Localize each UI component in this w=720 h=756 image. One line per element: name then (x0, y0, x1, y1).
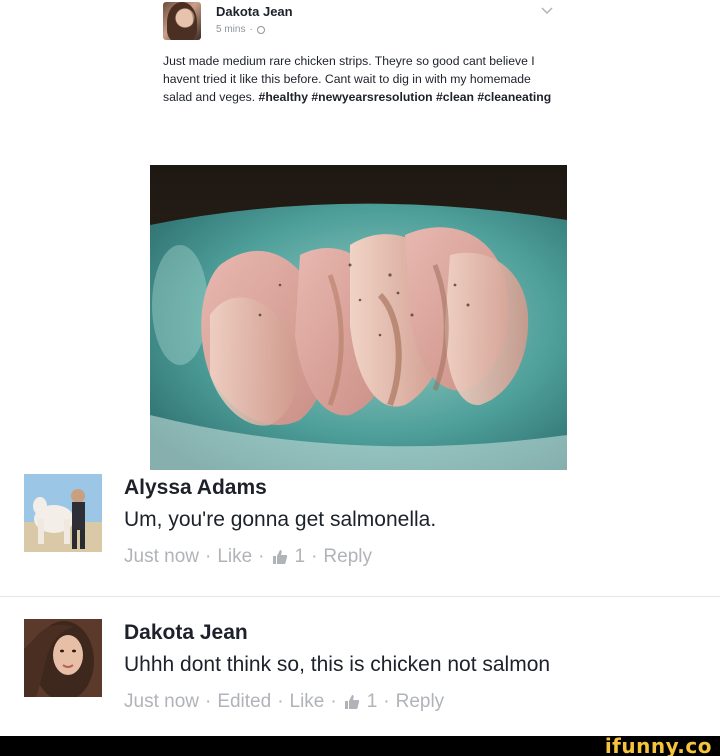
post-hashtags[interactable]: #healthy #newyearsresolution #clean #cle… (259, 90, 552, 104)
commenter-avatar[interactable] (24, 474, 102, 552)
edited-label[interactable]: Edited (217, 691, 271, 713)
commenter-avatar[interactable] (24, 619, 102, 697)
comment: Alyssa Adams Um, you're gonna get salmon… (0, 470, 720, 592)
comment-time[interactable]: Just now (124, 546, 199, 568)
comment-author[interactable]: Alyssa Adams (124, 476, 267, 500)
comment-time[interactable]: Just now (124, 691, 199, 713)
chevron-down-icon[interactable] (540, 4, 554, 18)
comment: Dakota Jean Uhhh dont think so, this is … (0, 596, 720, 732)
comment-actions: Just now · Like · 1 · Reply (124, 546, 372, 568)
action-separator: · (204, 691, 212, 712)
post-card: Dakota Jean 5 mins · Just made medium ra… (0, 0, 720, 470)
avatar-image (24, 619, 102, 697)
thumbs-up-icon[interactable] (343, 693, 361, 711)
action-separator: · (277, 691, 284, 712)
action-separator: · (258, 546, 265, 567)
post-meta: 5 mins · (216, 24, 265, 35)
action-separator: · (330, 691, 337, 712)
action-separator: · (383, 691, 390, 712)
post-text: Just made medium rare chicken strips. Th… (163, 52, 563, 106)
post-author-avatar[interactable] (163, 2, 201, 40)
post-photo[interactable] (150, 165, 567, 470)
watermark-logo: ifunny.co (604, 734, 712, 756)
like-link[interactable]: Like (217, 546, 252, 568)
watermark-bar: ifunny.co (0, 734, 720, 756)
avatar-image (24, 474, 102, 552)
like-link[interactable]: Like (290, 691, 325, 713)
action-separator: · (311, 546, 318, 567)
reply-link[interactable]: Reply (396, 691, 445, 713)
globe-icon (256, 25, 265, 34)
meta-separator: · (249, 24, 253, 35)
post-time[interactable]: 5 mins (216, 24, 245, 35)
avatar-hair (167, 2, 197, 40)
comment-author[interactable]: Dakota Jean (124, 621, 248, 645)
like-count: 1 (366, 691, 378, 712)
chicken-plate-image (150, 165, 567, 470)
action-separator: · (204, 546, 212, 567)
comment-text: Um, you're gonna get salmonella. (124, 508, 437, 531)
comment-text: Uhhh dont think so, this is chicken not … (124, 653, 551, 676)
comment-actions: Just now · Edited · Like · 1 · Reply (124, 691, 444, 713)
thumbs-up-icon[interactable] (271, 548, 289, 566)
like-count: 1 (294, 546, 306, 567)
reply-link[interactable]: Reply (323, 546, 372, 568)
post-author-name[interactable]: Dakota Jean (216, 4, 293, 19)
